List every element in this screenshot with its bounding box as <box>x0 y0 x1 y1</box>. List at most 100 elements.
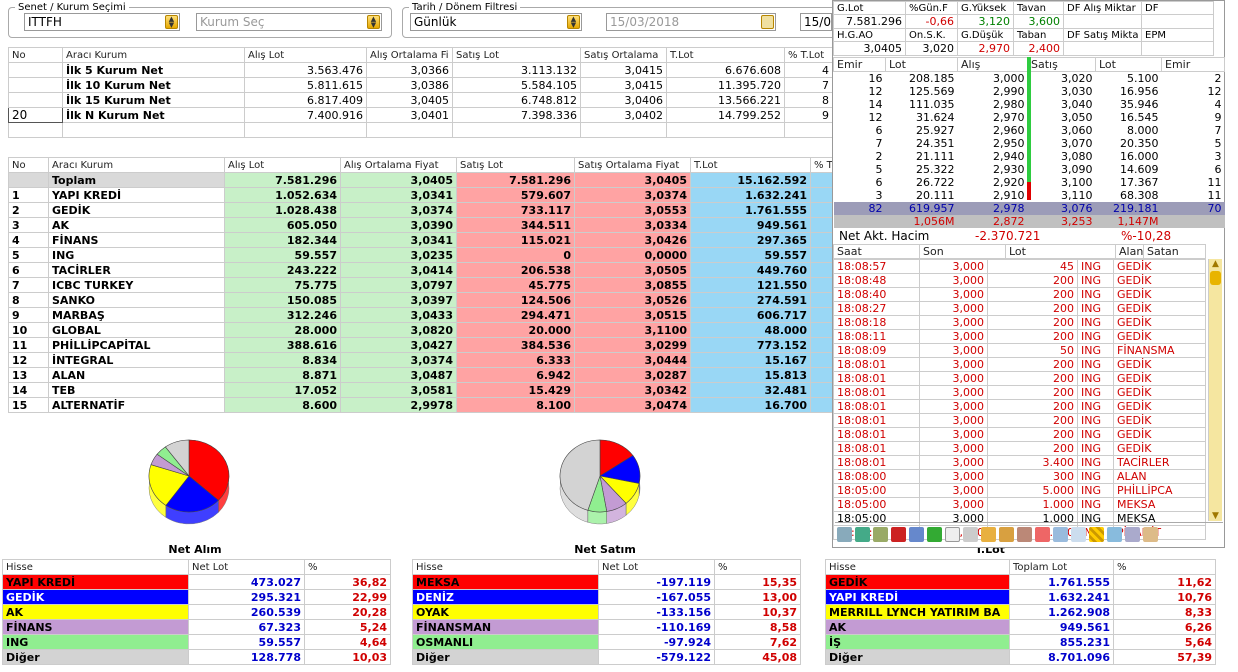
broker-cell: 3,0797 <box>340 277 457 293</box>
legend-row[interactable]: Diğer -579.122 45,08 <box>412 649 801 665</box>
trade-row[interactable]: 18:08:01 3,000 200 ING GEDİK <box>833 399 1206 414</box>
summary-cell <box>580 122 667 138</box>
scroll-thumb[interactable] <box>1210 271 1221 285</box>
trade-row[interactable]: 18:08:01 3,000 200 ING GEDİK <box>833 357 1206 372</box>
broker-row[interactable]: 1 YAPI KREDİ 1.052.634 3,0341 579.607 3,0374 1… <box>8 187 833 203</box>
broker-row[interactable]: 2 GEDİK 1.028.438 3,0374 733.117 3,0553 1.761.… <box>8 202 833 218</box>
broker-row[interactable]: 6 TACİRLER 243.222 3,0414 206.538 3,0505 449.7… <box>8 262 833 278</box>
n-count-input[interactable]: 20 <box>8 107 63 123</box>
broker-row[interactable]: 13 ALAN 8.871 3,0487 6.942 3,0287 15.813 <box>8 367 833 383</box>
tools-icon[interactable] <box>1017 527 1032 542</box>
column-header: % T <box>810 157 833 173</box>
senet-select[interactable]: ITTFH ▲ ▼ <box>24 13 180 31</box>
broker-row[interactable]: 9 MARBAŞ 312.246 3,0433 294.471 3,0515 606.717 <box>8 307 833 323</box>
search-icon[interactable] <box>1071 527 1086 542</box>
broker-row[interactable]: Toplam 7.581.296 3,0405 7.581.296 3,0405 15.1… <box>8 172 833 188</box>
broker-row[interactable]: 3 AK 605.050 3,0390 344.511 3,0334 949.561 <box>8 217 833 233</box>
striped-icon[interactable] <box>1089 527 1104 542</box>
trade-row[interactable]: 18:08:01 3,000 200 ING GEDİK <box>833 371 1206 386</box>
updown-icon[interactable] <box>927 527 942 542</box>
broker-cell <box>810 397 833 413</box>
arrows-icon[interactable] <box>909 527 924 542</box>
depth-cell: 111.035 <box>909 98 955 111</box>
broker-row[interactable]: 15 ALTERNATİF 8.600 2,9978 8.100 3,0474 16.700 <box>8 397 833 413</box>
broker-row[interactable]: 4 FİNANS 182.344 3,0341 115.021 3,0426 297.365 <box>8 232 833 248</box>
broker-row[interactable]: 5 ING 59.557 3,0235 0 0,0000 59.557 <box>8 247 833 263</box>
trade-cell: 18:08:09 <box>833 343 920 358</box>
legend-row[interactable]: ING 59.557 4,64 <box>2 634 391 650</box>
broker-table: No Aracı Kurum Alış Lot Alış Ortalama Fiyat… <box>8 157 833 413</box>
legend-row[interactable]: MEKSA -197.119 15,35 <box>412 574 801 590</box>
broker-row[interactable]: 10 GLOBAL 28.000 3,0820 20.000 3,1100 48.000 <box>8 322 833 338</box>
chart-icon[interactable] <box>837 527 852 542</box>
edit-icon[interactable] <box>1143 527 1158 542</box>
trade-row[interactable]: 18:05:00 3,000 5.000 ING PHİLLİPCA <box>833 483 1206 498</box>
kurum-select[interactable]: Kurum Seç ▲ ▼ <box>196 13 382 31</box>
calendar-icon[interactable] <box>761 15 774 29</box>
trade-row[interactable]: 18:08:09 3,000 50 ING FİNANSMA <box>833 343 1206 358</box>
trade-row[interactable]: 18:08:01 3,000 200 ING GEDİK <box>833 413 1206 428</box>
legend-row[interactable]: YAPI KREDİ 473.027 36,82 <box>2 574 391 590</box>
legend-row[interactable]: GEDİK 295.321 22,99 <box>2 589 391 605</box>
depth-total-row: 82 619.957 2,978 3,076 219.181 70 <box>833 202 1225 215</box>
broker-cell: ALAN <box>48 367 225 383</box>
legend-row[interactable]: İŞ 855.231 5,64 <box>825 634 1216 650</box>
broker-row[interactable]: 14 TEB 17.052 3,0581 15.429 3,0342 32.481 <box>8 382 833 398</box>
date2-input[interactable]: 15/0 <box>800 13 832 31</box>
trade-row[interactable]: 18:08:01 3,000 200 ING GEDİK <box>833 427 1206 442</box>
window-icon[interactable] <box>1053 527 1068 542</box>
trade-row[interactable]: 18:08:48 3,000 200 ING GEDİK <box>833 273 1206 288</box>
legend-row[interactable]: MERRILL LYNCH YATIRIM BA 1.262.908 8,33 <box>825 604 1216 620</box>
trade-row[interactable]: 18:08:01 3,000 3.400 ING TACİRLER <box>833 455 1206 470</box>
people-icon[interactable] <box>873 527 888 542</box>
trade-row[interactable]: 18:08:27 3,000 200 ING GEDİK <box>833 301 1206 316</box>
legend-row[interactable]: FİNANSMAN -110.169 8,58 <box>412 619 801 635</box>
trade-cell: 200 <box>987 413 1078 428</box>
logo-icon[interactable] <box>891 527 906 542</box>
broker-row[interactable]: 8 SANKO 150.085 3,0397 124.506 3,0526 274.591 <box>8 292 833 308</box>
trade-row[interactable]: 18:08:00 3,000 300 ING ALAN <box>833 469 1206 484</box>
print-icon[interactable] <box>1125 527 1140 542</box>
legend-row[interactable]: AK 260.539 20,28 <box>2 604 391 620</box>
broker-cell: 5 <box>8 247 49 263</box>
trade-cell: ING <box>1077 259 1114 274</box>
legend-row[interactable]: OYAK -133.156 10,37 <box>412 604 801 620</box>
dropdown-arrow-icon[interactable]: ▲ ▼ <box>567 15 580 29</box>
document-icon[interactable] <box>945 527 960 542</box>
legend-row[interactable]: OSMANLI -97.924 7,62 <box>412 634 801 650</box>
grid-icon[interactable] <box>855 527 870 542</box>
dropdown-arrow-icon[interactable]: ▲ ▼ <box>367 15 380 29</box>
legend-row[interactable]: FİNANS 67.323 5,24 <box>2 619 391 635</box>
dropdown-arrow-icon[interactable]: ▲ ▼ <box>165 15 178 29</box>
trade-cell: 200 <box>987 399 1078 414</box>
date-input[interactable]: 15/03/2018 <box>606 13 776 31</box>
period-select[interactable]: Günlük ▲ ▼ <box>410 13 582 31</box>
broker-row[interactable]: 12 İNTEGRAL 8.834 3,0374 6.333 3,0444 15.167 <box>8 352 833 368</box>
legend-row[interactable]: YAPI KREDİ 1.632.241 10,76 <box>825 589 1216 605</box>
percent-icon[interactable] <box>1035 527 1050 542</box>
legend-row[interactable]: GEDİK 1.761.555 11,62 <box>825 574 1216 590</box>
user-icon[interactable] <box>1107 527 1122 542</box>
summary-cell <box>666 122 785 138</box>
folder-icon[interactable] <box>981 527 996 542</box>
depth-cell: 9 <box>1214 111 1222 124</box>
calendar-icon[interactable] <box>999 527 1014 542</box>
broker-row[interactable]: 11 PHİLLİPCAPİTAL 388.616 3,0427 384.536 3,02… <box>8 337 833 353</box>
trade-row[interactable]: 18:08:18 3,000 200 ING GEDİK <box>833 315 1206 330</box>
list-icon[interactable] <box>963 527 978 542</box>
scroll-up-icon[interactable]: ▲ <box>1209 259 1222 269</box>
trade-row[interactable]: 18:08:01 3,000 200 ING GEDİK <box>833 441 1206 456</box>
scroll-down-icon[interactable]: ▼ <box>1209 511 1222 521</box>
trade-row[interactable]: 18:08:40 3,000 200 ING GEDİK <box>833 287 1206 302</box>
trades-scrollbar[interactable]: ▲ ▼ <box>1208 259 1222 521</box>
legend-row[interactable]: AK 949.561 6,26 <box>825 619 1216 635</box>
legend-row[interactable]: DENİZ -167.055 13,00 <box>412 589 801 605</box>
legend-row[interactable]: Diğer 128.778 10,03 <box>2 649 391 665</box>
trade-row[interactable]: 18:08:01 3,000 200 ING GEDİK <box>833 385 1206 400</box>
depth-cell: 2,960 <box>993 124 1025 137</box>
broker-row[interactable]: 7 ICBC TURKEY 75.775 3,0797 45.775 3,0855 121.… <box>8 277 833 293</box>
trade-row[interactable]: 18:05:00 3,000 1.000 ING MEKSA <box>833 497 1206 512</box>
trade-row[interactable]: 18:08:57 3,000 45 ING GEDİK <box>833 259 1206 274</box>
legend-row[interactable]: Diğer 8.701.096 57,39 <box>825 649 1216 665</box>
trade-row[interactable]: 18:08:11 3,000 200 ING GEDİK <box>833 329 1206 344</box>
